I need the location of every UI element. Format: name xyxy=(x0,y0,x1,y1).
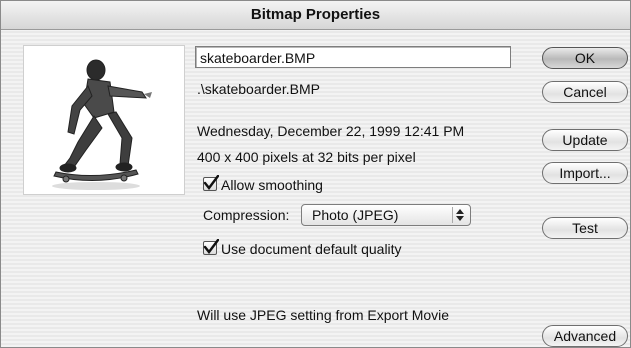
advanced-button[interactable]: Advanced xyxy=(542,325,628,347)
import-button[interactable]: Import... xyxy=(542,162,628,184)
cancel-button[interactable]: Cancel xyxy=(542,81,628,103)
use-default-quality-label: Use document default quality xyxy=(221,241,402,257)
dialog-title: Bitmap Properties xyxy=(1,1,630,30)
file-path: .\skateboarder.BMP xyxy=(197,81,320,97)
test-button[interactable]: Test xyxy=(542,217,628,239)
checkmark-icon xyxy=(203,175,219,190)
bitmap-preview xyxy=(23,45,185,195)
checkmark-icon xyxy=(203,239,219,254)
compression-value: Photo (JPEG) xyxy=(312,207,399,223)
update-button[interactable]: Update xyxy=(542,129,628,151)
compression-select[interactable]: Photo (JPEG) xyxy=(301,204,471,226)
bitmap-properties-dialog: Bitmap Properties skateboarder.BMP .\ska… xyxy=(0,0,631,348)
use-default-quality-checkbox[interactable] xyxy=(203,239,219,255)
jpeg-setting-note: Will use JPEG setting from Export Movie xyxy=(197,307,450,323)
up-down-arrows-icon xyxy=(452,207,467,223)
allow-smoothing-checkbox[interactable] xyxy=(203,175,219,191)
skateboarder-thumbnail xyxy=(52,59,152,190)
ok-button[interactable]: OK xyxy=(542,47,628,69)
file-dimensions: 400 x 400 pixels at 32 bits per pixel xyxy=(197,149,416,165)
compression-label: Compression: xyxy=(203,207,290,223)
file-date: Wednesday, December 22, 1999 12:41 PM xyxy=(197,123,465,139)
bitmap-name-input[interactable]: skateboarder.BMP xyxy=(195,46,511,68)
allow-smoothing-label: Allow smoothing xyxy=(221,177,323,193)
